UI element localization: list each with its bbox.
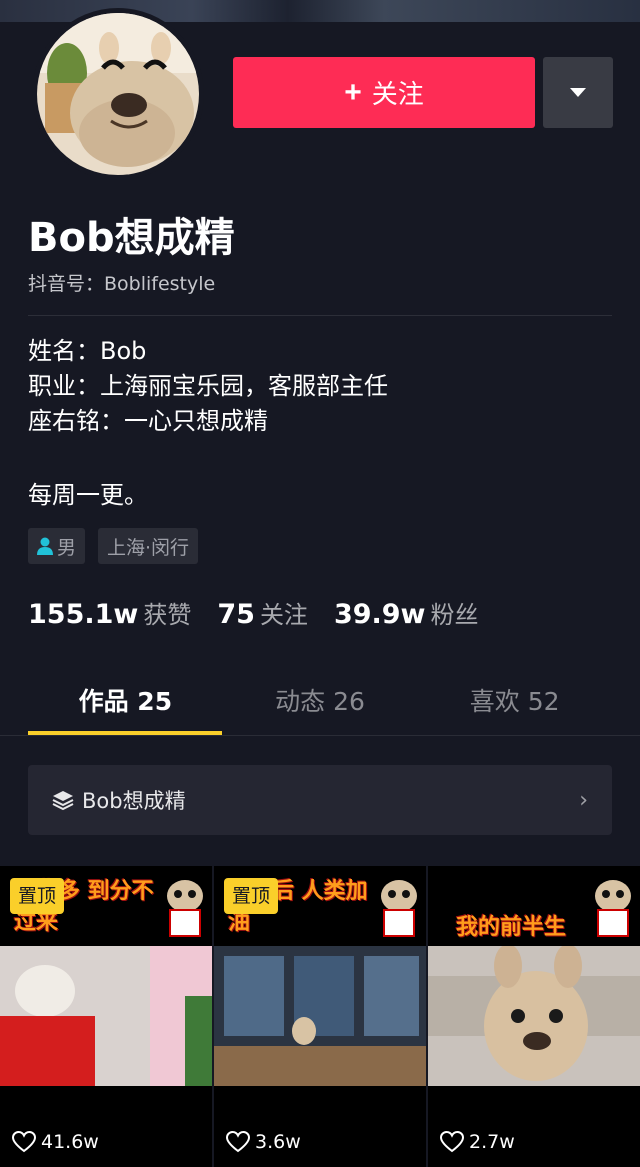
dog-sticker-icon bbox=[595, 880, 631, 937]
video-frame bbox=[0, 946, 212, 1086]
bio-line: 座右铭：一心只想成精 bbox=[28, 407, 268, 435]
follow-button-label: 关注 bbox=[371, 79, 424, 109]
likes-label: 获赞 bbox=[143, 601, 192, 629]
tab-count: 26 bbox=[333, 687, 365, 716]
divider bbox=[28, 315, 612, 316]
avatar[interactable] bbox=[32, 8, 204, 180]
video-thumbnail[interactable]: 到最后 人类加油 置顶 3.6w bbox=[214, 866, 426, 1167]
followers-label[interactable]: 粉丝 bbox=[431, 595, 479, 630]
tab-count: 52 bbox=[527, 687, 560, 716]
plus-icon: + bbox=[344, 75, 362, 109]
tab-label: 喜欢 bbox=[469, 687, 520, 716]
profile-tabs: 作品 25 动态 26 喜欢 52 bbox=[28, 682, 612, 734]
video-frame bbox=[428, 946, 640, 1086]
following-count[interactable]: 75 bbox=[217, 599, 255, 630]
video-like-count: 3.6w bbox=[226, 1131, 301, 1153]
caret-down-icon bbox=[570, 88, 586, 97]
profile-name: Bob想成精 bbox=[28, 215, 235, 261]
tab-count: 25 bbox=[137, 687, 173, 716]
bio-update-note: 每周一更。 bbox=[28, 481, 148, 509]
chevron-right-icon: › bbox=[579, 787, 588, 813]
gender-label: 男 bbox=[57, 536, 77, 559]
profile-bio: 姓名：Bob 职业：上海丽宝乐园，客服部主任 座右铭：一心只想成精 bbox=[28, 334, 388, 439]
video-thumbnail[interactable]: 我的前半生 2.7w bbox=[428, 866, 640, 1167]
location-tag: 上海·闵行 bbox=[98, 528, 199, 564]
collection-row[interactable]: Bob想成精 › bbox=[28, 765, 612, 835]
dog-sticker-icon bbox=[381, 880, 417, 937]
tab-activity[interactable]: 动态 26 bbox=[223, 682, 418, 734]
tab-label: 动态 bbox=[275, 687, 326, 716]
gender-tag: 男 bbox=[28, 528, 86, 564]
profile-stats: 155.1w 获赞 75 关注 39.9w 粉丝 bbox=[28, 595, 479, 630]
bio-line: 姓名：Bob bbox=[28, 337, 147, 365]
video-thumbnail[interactable]: 是非多 到分不过来 置顶 41.6w bbox=[0, 866, 212, 1167]
collection-label: Bob想成精 bbox=[82, 789, 186, 813]
video-like-count: 41.6w bbox=[12, 1131, 99, 1153]
heart-icon bbox=[440, 1131, 464, 1153]
tab-label: 作品 bbox=[78, 687, 129, 716]
location-label: 上海·闵行 bbox=[107, 536, 190, 559]
video-grid: 是非多 到分不过来 置顶 41.6w 到最后 人类加油 置顶 3.6w 我的前半… bbox=[0, 866, 640, 1167]
douyin-id: 抖音号：Boblifestyle bbox=[28, 273, 216, 295]
bio-line: 职业：上海丽宝乐园，客服部主任 bbox=[28, 372, 388, 400]
video-like-count: 2.7w bbox=[440, 1131, 515, 1153]
follow-button[interactable]: + 关注 bbox=[233, 57, 535, 128]
heart-icon bbox=[12, 1131, 36, 1153]
divider bbox=[0, 735, 640, 736]
following-label[interactable]: 关注 bbox=[260, 595, 308, 630]
tab-works[interactable]: 作品 25 bbox=[28, 682, 223, 734]
layers-icon bbox=[52, 791, 74, 811]
heart-icon bbox=[226, 1131, 250, 1153]
tab-likes[interactable]: 喜欢 52 bbox=[417, 682, 612, 734]
pinned-badge: 置顶 bbox=[224, 878, 279, 914]
video-frame bbox=[214, 946, 426, 1086]
followers-count[interactable]: 39.9w bbox=[334, 599, 426, 630]
pinned-badge: 置顶 bbox=[10, 878, 65, 914]
person-icon bbox=[37, 537, 53, 555]
dog-sticker-icon bbox=[167, 880, 203, 937]
more-options-button[interactable] bbox=[543, 57, 613, 128]
dog-avatar-image bbox=[37, 13, 199, 175]
likes-count: 155.1w bbox=[28, 599, 139, 630]
